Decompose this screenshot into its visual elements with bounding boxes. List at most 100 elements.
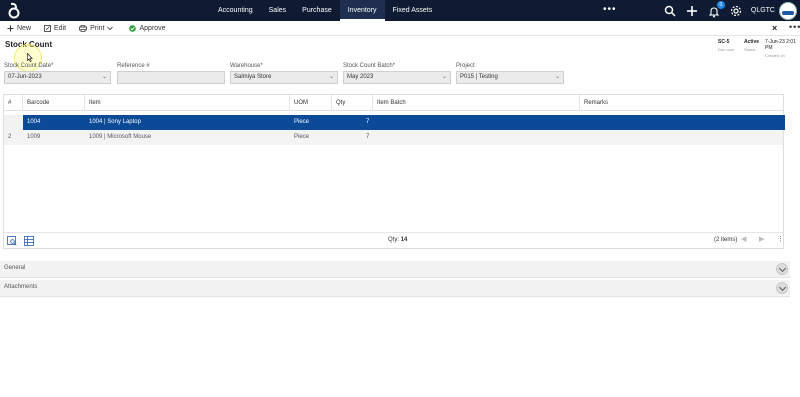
col-header-barcode[interactable]: Barcode bbox=[23, 95, 85, 111]
stock-count-date-field: Stock Count Date* 07-Jun-2023 ⌄ bbox=[4, 63, 111, 84]
created-block: 7-Jun-23 2:01 PM Created on bbox=[765, 39, 800, 58]
chevron-down-icon bbox=[107, 26, 114, 30]
section-attachments[interactable]: Attachments bbox=[0, 280, 790, 297]
doc-number-label: Doc num bbox=[718, 47, 735, 52]
cell-remarks[interactable] bbox=[580, 115, 584, 130]
edit-label: Edit bbox=[54, 24, 67, 32]
doc-number-block: SC-5 Doc num bbox=[718, 39, 734, 52]
app-logo-icon[interactable] bbox=[7, 2, 21, 19]
col-header-item-batch[interactable]: Item Batch bbox=[373, 95, 580, 111]
created-timestamp: 7-Jun-23 2:01 PM bbox=[765, 39, 796, 51]
doc-number: SC-5 bbox=[718, 39, 730, 45]
prev-page-icon[interactable]: ◀ bbox=[741, 235, 746, 243]
table-row[interactable]: 2 1009 1009 | Microsoft Mouse Piece 7 bbox=[4, 130, 783, 145]
cell-uom[interactable]: Piece bbox=[290, 115, 309, 130]
status-block: Active Status bbox=[744, 39, 759, 52]
status-badge: Active bbox=[744, 39, 760, 45]
mouse-cursor-icon bbox=[27, 53, 33, 62]
top-navbar: Accounting Sales Purchase Inventory Fixe… bbox=[0, 0, 800, 21]
cell-qty[interactable]: 7 bbox=[362, 115, 369, 130]
action-toolbar: New Edit Print Approve × ••• bbox=[0, 21, 800, 36]
print-label: Print bbox=[90, 24, 105, 32]
search-icon[interactable] bbox=[664, 5, 676, 17]
col-header-number[interactable]: # bbox=[4, 95, 23, 111]
project-select[interactable]: P015 | Testing ⌄ bbox=[456, 71, 564, 84]
grid-view-icon[interactable] bbox=[24, 236, 34, 246]
user-name[interactable]: QLGTC bbox=[751, 7, 775, 14]
items-grid: # Barcode Item UOM Qty Item Batch Remark… bbox=[3, 94, 785, 249]
section-general[interactable]: General bbox=[0, 261, 790, 278]
plus-icon bbox=[7, 25, 14, 31]
grid-more-icon[interactable]: ⋮ bbox=[777, 235, 784, 243]
edit-button[interactable]: Edit bbox=[44, 25, 66, 32]
nav-accounting[interactable]: Accounting bbox=[210, 0, 261, 21]
reference-label: Reference # bbox=[117, 63, 150, 69]
approve-check-icon bbox=[129, 24, 137, 32]
settings-gear-icon[interactable] bbox=[730, 5, 742, 17]
row-number bbox=[4, 115, 23, 130]
grid-header: # Barcode Item UOM Qty Item Batch Remark… bbox=[4, 95, 783, 111]
qty-total-value: 14 bbox=[400, 237, 408, 243]
nav-purchase[interactable]: Purchase bbox=[294, 0, 340, 21]
nav-fixed-assets[interactable]: Fixed Assets bbox=[385, 0, 441, 21]
cell-remarks[interactable] bbox=[580, 130, 584, 145]
warehouse-field: Warehouse* Salmiya Store ⌄ bbox=[230, 63, 338, 84]
notification-badge: 0 bbox=[716, 0, 725, 9]
chevron-down-icon[interactable]: ⌄ bbox=[555, 72, 560, 83]
col-header-item[interactable]: Item bbox=[85, 95, 290, 111]
qty-total-label: Qty: bbox=[388, 237, 400, 243]
nav-sales[interactable]: Sales bbox=[261, 0, 295, 21]
notification-bell[interactable]: 0 bbox=[708, 0, 725, 17]
nav-more-button[interactable]: ••• bbox=[603, 0, 617, 19]
chevron-down-icon[interactable]: ⌄ bbox=[442, 72, 447, 83]
cell-uom[interactable]: Piece bbox=[290, 130, 309, 145]
cell-qty[interactable]: 7 bbox=[362, 130, 369, 145]
warehouse-label: Warehouse* bbox=[230, 63, 263, 69]
stock-count-batch-select[interactable]: May 2023 ⌄ bbox=[343, 71, 451, 84]
chevron-down-icon[interactable]: ⌄ bbox=[102, 72, 107, 83]
item-lookup-icon[interactable] bbox=[7, 236, 17, 246]
nav-inventory[interactable]: Inventory bbox=[339, 0, 385, 21]
created-label: Created on bbox=[765, 53, 785, 58]
new-label: New bbox=[17, 24, 32, 32]
project-label: Project bbox=[456, 63, 475, 69]
print-button[interactable]: Print bbox=[79, 25, 116, 32]
section-general-title: General bbox=[4, 265, 26, 271]
chevron-down-icon[interactable] bbox=[776, 282, 788, 294]
reference-input[interactable] bbox=[117, 71, 225, 84]
avatar[interactable] bbox=[779, 1, 797, 20]
approve-button[interactable]: Approve bbox=[129, 24, 166, 32]
toolbar-more-button[interactable]: ••• bbox=[789, 22, 800, 32]
cell-item-batch[interactable] bbox=[373, 130, 377, 145]
chevron-down-icon[interactable]: ⌄ bbox=[329, 72, 334, 83]
print-icon bbox=[79, 24, 87, 32]
stock-count-date-input[interactable]: 07-Jun-2023 ⌄ bbox=[4, 71, 111, 84]
stock-count-date-label: Stock Count Date* bbox=[4, 63, 54, 69]
table-row[interactable]: 1004 1004 | Sony Laptop Piece 7 bbox=[4, 115, 785, 130]
warehouse-select[interactable]: Salmiya Store ⌄ bbox=[230, 71, 338, 84]
cell-item[interactable]: 1009 | Microsoft Mouse bbox=[85, 130, 151, 145]
new-button[interactable]: New bbox=[7, 25, 31, 32]
col-header-qty[interactable]: Qty bbox=[332, 95, 373, 111]
cell-barcode[interactable]: 1004 bbox=[23, 115, 40, 130]
cell-item[interactable]: 1004 | Sony Laptop bbox=[85, 115, 141, 130]
add-icon[interactable] bbox=[686, 5, 698, 17]
qty-total: Qty: 14 bbox=[388, 237, 407, 243]
project-field: Project P015 | Testing ⌄ bbox=[456, 63, 564, 84]
next-page-icon[interactable]: ▶ bbox=[759, 235, 764, 243]
cell-item-batch[interactable] bbox=[373, 115, 377, 130]
row-number: 2 bbox=[8, 134, 12, 140]
main-nav: Accounting Sales Purchase Inventory Fixe… bbox=[210, 0, 440, 21]
cell-barcode[interactable]: 1009 bbox=[23, 130, 40, 145]
stock-count-batch-label: Stock Count Batch* bbox=[343, 63, 396, 69]
stock-count-batch-field: Stock Count Batch* May 2023 ⌄ bbox=[343, 63, 451, 84]
items-count: (2 items) bbox=[714, 237, 738, 243]
edit-icon bbox=[44, 24, 51, 32]
col-header-uom[interactable]: UOM bbox=[290, 95, 332, 111]
close-button[interactable]: × bbox=[772, 23, 777, 33]
col-header-remarks[interactable]: Remarks bbox=[580, 95, 785, 111]
chevron-down-icon[interactable] bbox=[776, 263, 788, 275]
reference-field: Reference # bbox=[117, 63, 225, 84]
approve-label: Approve bbox=[139, 24, 166, 32]
top-right-tools: 0 QLGTC bbox=[659, 0, 800, 21]
